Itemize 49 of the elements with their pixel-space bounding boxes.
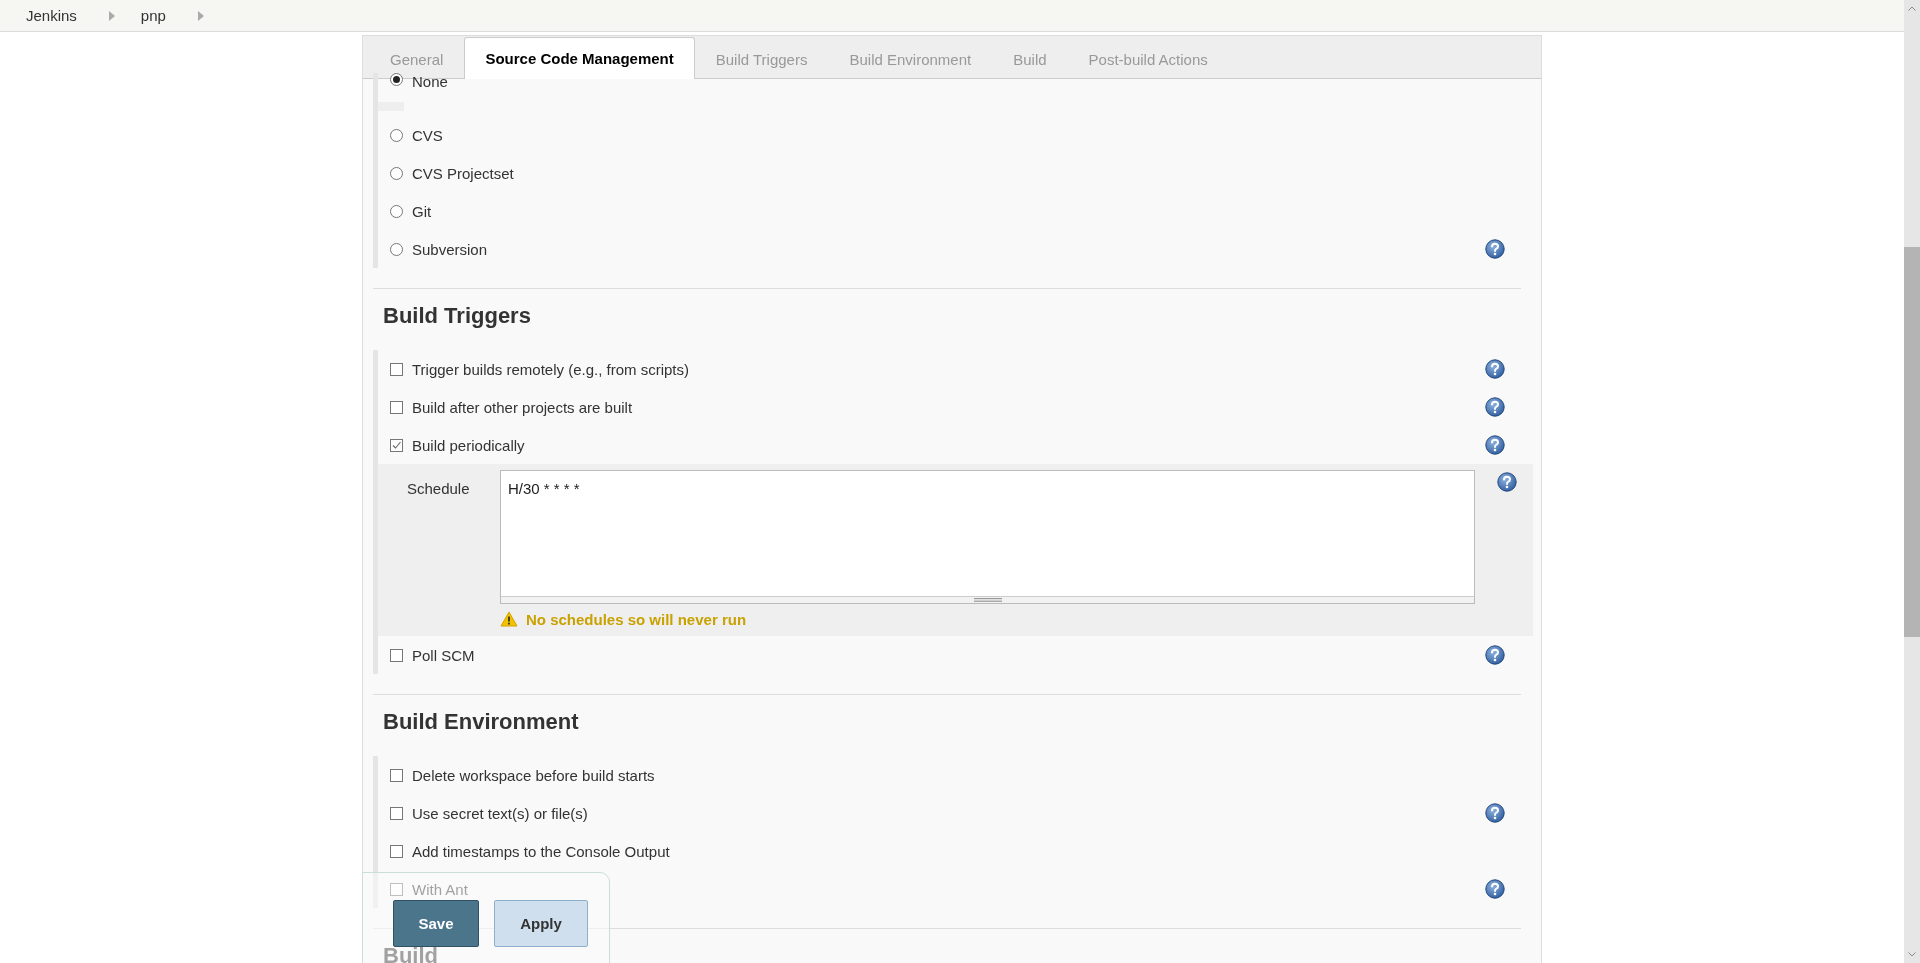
section-heading: Build Environment bbox=[382, 708, 580, 736]
help-icon[interactable] bbox=[1485, 359, 1505, 379]
option-label: Git bbox=[412, 202, 433, 220]
breadcrumb-link[interactable]: pnp bbox=[136, 7, 170, 24]
help-icon[interactable] bbox=[1485, 435, 1505, 455]
checkbox-label: Build after other projects are built bbox=[412, 398, 634, 416]
option-label: CVS Projectset bbox=[412, 164, 515, 182]
resize-handle[interactable] bbox=[501, 596, 1474, 603]
checkbox-label: Use secret text(s) or file(s) bbox=[412, 804, 589, 822]
checkbox[interactable] bbox=[390, 362, 403, 376]
scrollbar-thumb[interactable] bbox=[1904, 247, 1920, 637]
checkbox-label: With Ant bbox=[412, 880, 469, 898]
scroll-down-icon[interactable] bbox=[1908, 952, 1916, 957]
help-icon[interactable] bbox=[1485, 645, 1505, 665]
section-heading: Build Triggers bbox=[382, 302, 532, 330]
checkbox[interactable] bbox=[390, 768, 403, 782]
help-icon[interactable] bbox=[1485, 803, 1505, 823]
schedule-field[interactable]: H/30 * * * * bbox=[500, 470, 1475, 604]
option-label: Subversion bbox=[412, 240, 489, 258]
help-icon[interactable] bbox=[1485, 397, 1505, 417]
checkbox-label: Trigger builds remotely (e.g., from scripts) bbox=[412, 360, 691, 378]
checkbox[interactable] bbox=[390, 648, 403, 662]
option-label: CVS bbox=[412, 126, 444, 144]
apply-button[interactable]: Apply bbox=[494, 900, 588, 947]
warning-message: No schedules so will never run bbox=[526, 610, 747, 628]
radio-button[interactable] bbox=[390, 128, 403, 142]
radio-button[interactable] bbox=[390, 166, 403, 180]
warning-icon bbox=[500, 611, 518, 627]
save-button[interactable]: Save bbox=[393, 900, 479, 947]
checkbox-label: Delete workspace before build starts bbox=[412, 766, 656, 784]
help-icon[interactable] bbox=[1497, 472, 1517, 492]
radio-button[interactable] bbox=[390, 242, 403, 256]
scroll-up-icon[interactable] bbox=[1908, 6, 1916, 11]
checkbox[interactable] bbox=[390, 438, 403, 452]
tab[interactable]: Build bbox=[992, 38, 1068, 79]
checkbox-label: Poll SCM bbox=[412, 646, 476, 664]
checkbox[interactable] bbox=[390, 806, 403, 820]
field-label: Schedule bbox=[407, 479, 471, 499]
help-icon[interactable] bbox=[1485, 879, 1505, 899]
checkbox[interactable] bbox=[390, 882, 403, 896]
tab[interactable]: Source Code Management bbox=[464, 37, 695, 79]
breadcrumb-link[interactable]: Jenkins bbox=[22, 7, 81, 24]
checkbox[interactable] bbox=[390, 844, 403, 858]
help-icon[interactable] bbox=[1485, 239, 1505, 259]
option-label: None bbox=[412, 73, 449, 90]
radio-button[interactable] bbox=[390, 204, 403, 218]
checkbox-label: Add timestamps to the Console Output bbox=[412, 842, 671, 860]
checkbox-label: Build periodically bbox=[412, 436, 526, 454]
checkbox[interactable] bbox=[390, 400, 403, 414]
